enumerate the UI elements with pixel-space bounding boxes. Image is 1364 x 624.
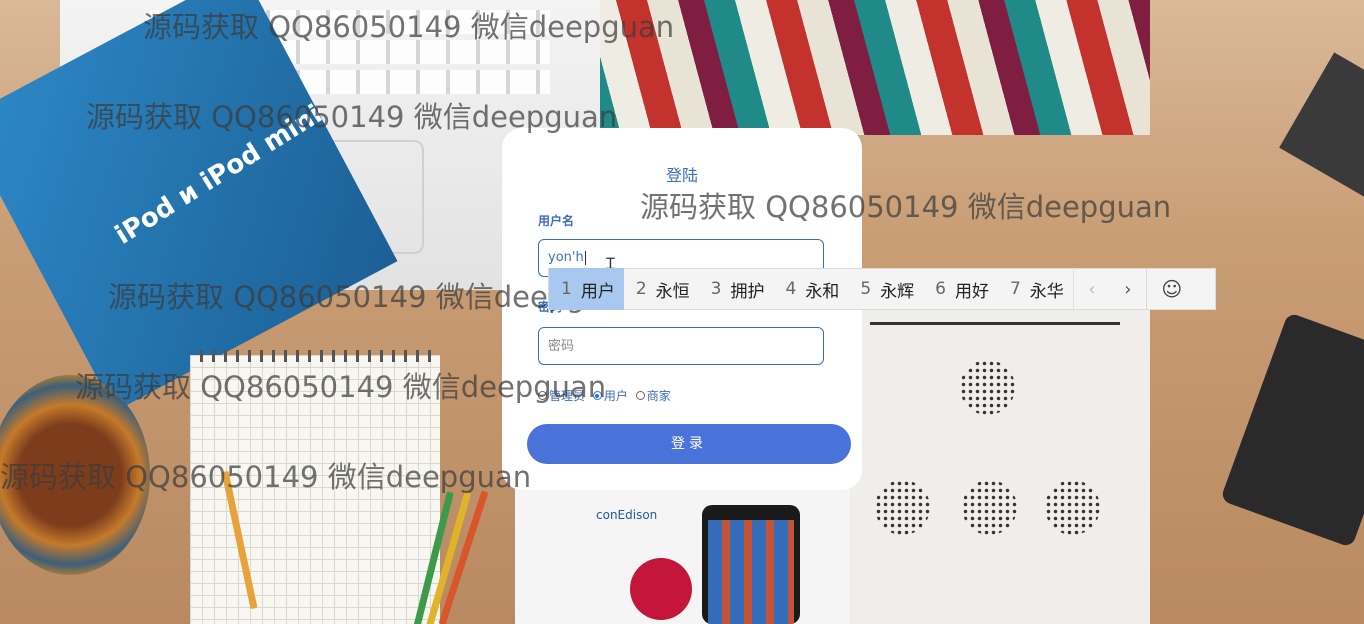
dark-card-image bbox=[1220, 312, 1364, 548]
candidate-text: 用好 bbox=[954, 281, 989, 302]
dot-pattern bbox=[962, 480, 1017, 535]
ime-candidate[interactable]: 7 永华 bbox=[998, 268, 1073, 310]
candidate-number: 7 bbox=[1009, 279, 1021, 299]
candidate-text: 拥护 bbox=[730, 281, 765, 302]
candidate-number: 5 bbox=[860, 279, 872, 299]
flyer-brand: conEdison bbox=[596, 508, 658, 522]
role-label: 商家 bbox=[646, 389, 671, 403]
ime-emoji-icon[interactable]: ☺ bbox=[1145, 268, 1197, 310]
dot-pattern bbox=[1045, 480, 1100, 535]
dot-pattern bbox=[960, 360, 1015, 415]
ime-next-page-icon[interactable]: › bbox=[1110, 268, 1146, 310]
ime-candidate[interactable]: 6 用好 bbox=[923, 268, 998, 310]
ime-candidate[interactable]: 5 永辉 bbox=[848, 268, 923, 310]
ime-candidate[interactable]: 4 永和 bbox=[773, 268, 848, 310]
text-cursor bbox=[584, 250, 586, 265]
candidate-number: 2 bbox=[635, 279, 647, 299]
candidate-text: 用户 bbox=[580, 281, 615, 302]
watermark-text: 源码获取 QQ86050149 微信deepguan bbox=[75, 370, 607, 404]
ime-candidate-bar: 1 用户 2 永恒 3 拥护 4 永和 5 永辉 6 用好 7 永华 ‹ › ☺ bbox=[548, 268, 1216, 310]
ime-candidate[interactable]: 1 用户 bbox=[549, 268, 624, 310]
ime-candidate[interactable]: 3 拥护 bbox=[699, 268, 774, 310]
candidate-number: 6 bbox=[935, 279, 946, 299]
candidate-number: 4 bbox=[785, 279, 797, 299]
role-radio-merchant[interactable]: 商家 bbox=[635, 387, 671, 404]
role-label: 用户 bbox=[603, 389, 628, 403]
phone-screen bbox=[708, 520, 794, 624]
candidate-number: 3 bbox=[710, 279, 722, 299]
watermark-text: 源码获取 QQ86050149 微信deepguan bbox=[143, 10, 675, 44]
watermark-text: 源码获取 QQ86050149 微信deepguan bbox=[640, 190, 1172, 224]
watermark-text: 源码获取 QQ86050149 微信deepguan bbox=[86, 100, 618, 134]
dark-card-image bbox=[1279, 52, 1364, 198]
candidate-text: 永辉 bbox=[880, 281, 915, 302]
candidate-number: 1 bbox=[561, 279, 572, 299]
login-button[interactable]: 登录 bbox=[527, 424, 851, 464]
notebook-spiral bbox=[200, 350, 440, 362]
candidate-text: 永恒 bbox=[655, 281, 690, 302]
candidate-text: 永华 bbox=[1029, 281, 1064, 302]
candidate-text: 永和 bbox=[805, 281, 840, 302]
username-label: 用户名 bbox=[538, 214, 575, 228]
radio-circle-icon bbox=[635, 391, 645, 400]
magazine-rule bbox=[870, 322, 1120, 325]
watermark-text: 源码获取 QQ86050149 微信deepguan bbox=[0, 460, 532, 494]
login-title: 登陆 bbox=[665, 166, 698, 185]
dot-pattern bbox=[875, 480, 930, 535]
magazine-image bbox=[850, 310, 1150, 624]
ime-prev-page-icon[interactable]: ‹ bbox=[1072, 268, 1110, 310]
ime-candidate[interactable]: 2 永恒 bbox=[624, 268, 699, 310]
lg-logo bbox=[630, 558, 692, 620]
password-input[interactable] bbox=[538, 327, 824, 365]
username-value: yon'h bbox=[548, 250, 584, 265]
